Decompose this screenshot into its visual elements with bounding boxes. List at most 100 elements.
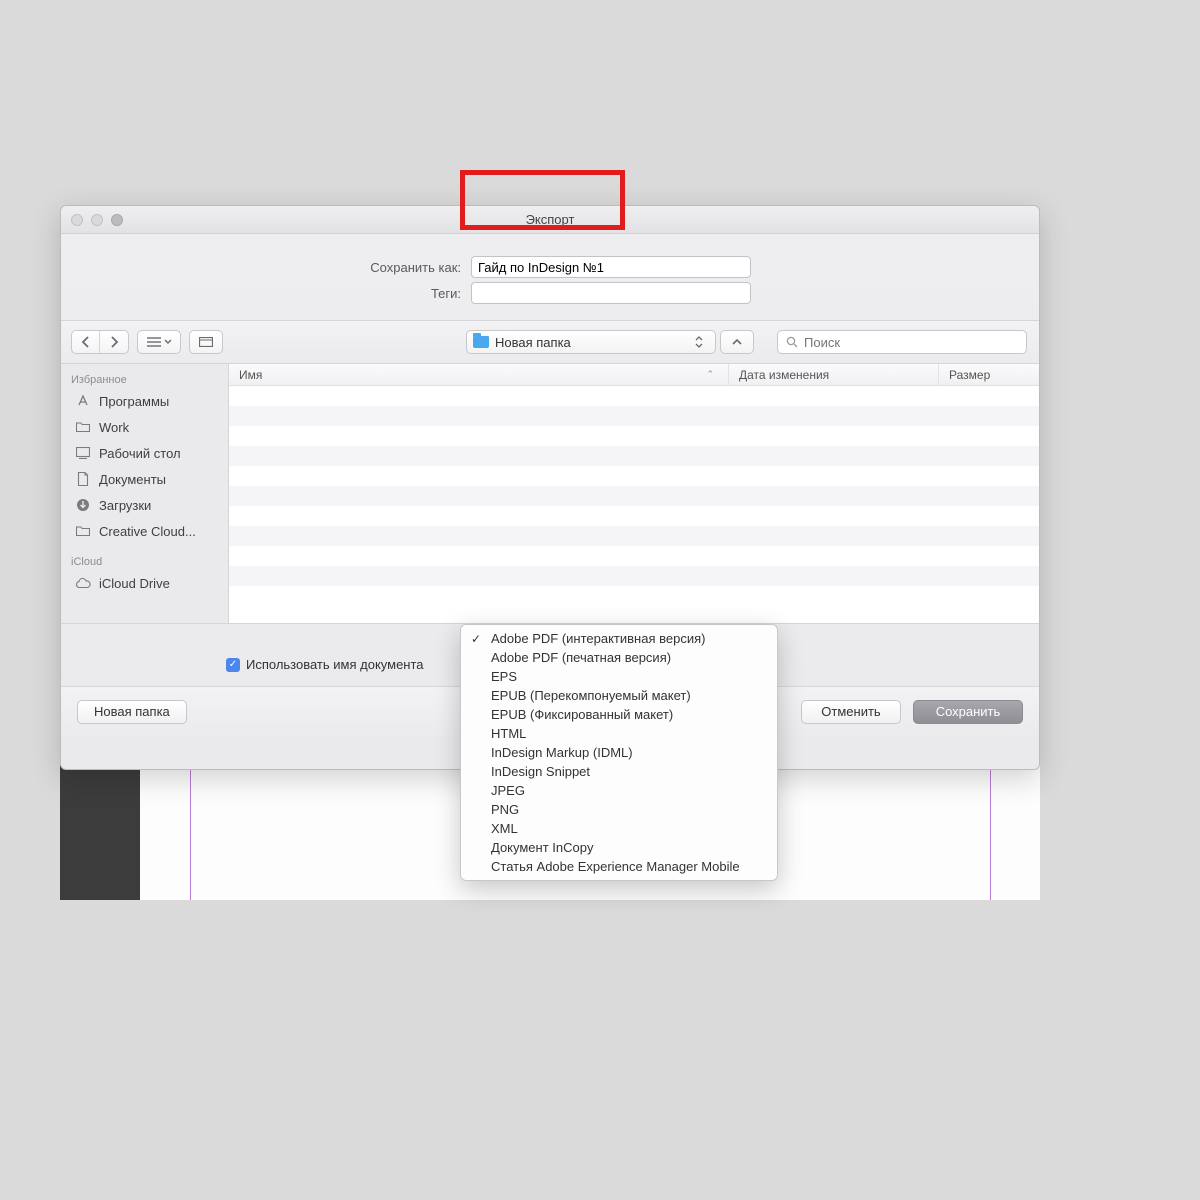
- format-option-label: EPS: [491, 669, 517, 684]
- format-option[interactable]: Adobe PDF (печатная версия): [461, 648, 777, 667]
- format-option[interactable]: EPUB (Фиксированный макет): [461, 705, 777, 724]
- file-browser: Избранное Программы Work Рабочий стол: [61, 364, 1039, 624]
- nav-buttons: [71, 330, 129, 354]
- search-icon: [786, 336, 798, 348]
- app-background-dark: [60, 765, 140, 900]
- folder-icon: [75, 419, 91, 435]
- table-row: [229, 546, 1039, 566]
- folder-name: Новая папка: [495, 335, 571, 350]
- table-row: [229, 506, 1039, 526]
- sidebar-item-documents[interactable]: Документы: [61, 466, 228, 492]
- sidebar-section-favorites: Избранное: [61, 370, 228, 388]
- format-option[interactable]: XML: [461, 819, 777, 838]
- format-option-label: XML: [491, 821, 518, 836]
- format-option[interactable]: Документ InCopy: [461, 838, 777, 857]
- save-as-label: Сохранить как:: [61, 260, 461, 275]
- desktop-icon: [75, 445, 91, 461]
- sidebar-item-label: Creative Cloud...: [99, 524, 196, 539]
- tags-input[interactable]: [471, 282, 751, 304]
- format-option[interactable]: EPUB (Перекомпонуемый макет): [461, 686, 777, 705]
- search-field[interactable]: [777, 330, 1027, 354]
- checkmark-icon: ✓: [471, 632, 481, 646]
- format-option-label: InDesign Snippet: [491, 764, 590, 779]
- sidebar-item-icloud-drive[interactable]: iCloud Drive: [61, 570, 228, 596]
- format-dropdown-menu[interactable]: ✓ Adobe PDF (интерактивная версия) Adobe P…: [460, 624, 778, 881]
- format-option[interactable]: EPS: [461, 667, 777, 686]
- sidebar: Избранное Программы Work Рабочий стол: [61, 364, 229, 623]
- stepper-icon: [695, 336, 709, 348]
- format-option-label: Adobe PDF (печатная версия): [491, 650, 671, 665]
- format-option[interactable]: JPEG: [461, 781, 777, 800]
- sidebar-item-label: Программы: [99, 394, 169, 409]
- use-doc-name-label: Использовать имя документа: [246, 657, 424, 672]
- format-option-label: Adobe PDF (интерактивная версия): [491, 631, 705, 646]
- format-option[interactable]: InDesign Snippet: [461, 762, 777, 781]
- sidebar-item-label: Загрузки: [99, 498, 151, 513]
- table-row: [229, 446, 1039, 466]
- table-row: [229, 386, 1039, 406]
- folder-icon: [75, 523, 91, 539]
- table-row: [229, 566, 1039, 586]
- sidebar-item-label: Work: [99, 420, 129, 435]
- format-option-label: PNG: [491, 802, 519, 817]
- column-date[interactable]: Дата изменения: [729, 364, 939, 385]
- sidebar-item-label: Рабочий стол: [99, 446, 181, 461]
- column-size[interactable]: Размер: [939, 364, 1039, 385]
- format-option-label: EPUB (Перекомпонуемый макет): [491, 688, 691, 703]
- sidebar-item-creative-cloud[interactable]: Creative Cloud...: [61, 518, 228, 544]
- back-button[interactable]: [72, 331, 100, 353]
- table-row: [229, 426, 1039, 446]
- applications-icon: [75, 393, 91, 409]
- sidebar-item-label: iCloud Drive: [99, 576, 170, 591]
- format-option-label: JPEG: [491, 783, 525, 798]
- list-body[interactable]: [229, 386, 1039, 623]
- sidebar-item-work[interactable]: Work: [61, 414, 228, 440]
- use-doc-name-checkbox[interactable]: ✓: [226, 658, 240, 672]
- browser-toolbar: Новая папка: [61, 320, 1039, 364]
- folder-icon: [473, 336, 489, 348]
- document-margin-guide: [990, 765, 991, 900]
- format-option-label: HTML: [491, 726, 526, 741]
- sidebar-section-icloud: iCloud: [61, 552, 228, 570]
- table-row: [229, 486, 1039, 506]
- table-row: [229, 406, 1039, 426]
- format-option-label: Статья Adobe Experience Manager Mobile: [491, 859, 740, 874]
- sidebar-item-downloads[interactable]: Загрузки: [61, 492, 228, 518]
- format-option[interactable]: InDesign Markup (IDML): [461, 743, 777, 762]
- format-option-label: EPUB (Фиксированный макет): [491, 707, 673, 722]
- format-option[interactable]: Статья Adobe Experience Manager Mobile: [461, 857, 777, 876]
- column-name[interactable]: Имя ⌃: [229, 364, 729, 385]
- downloads-icon: [75, 497, 91, 513]
- dialog-titlebar: Экспорт: [61, 206, 1039, 234]
- folder-dropdown[interactable]: Новая папка: [466, 330, 716, 354]
- format-option-label: Документ InCopy: [491, 840, 593, 855]
- table-row: [229, 466, 1039, 486]
- new-folder-button[interactable]: Новая папка: [77, 700, 187, 724]
- save-as-input[interactable]: [471, 256, 751, 278]
- format-option[interactable]: HTML: [461, 724, 777, 743]
- file-list: Имя ⌃ Дата изменения Размер: [229, 364, 1039, 623]
- tags-label: Теги:: [61, 286, 461, 301]
- sidebar-item-label: Документы: [99, 472, 166, 487]
- cloud-icon: [75, 575, 91, 591]
- sidebar-item-desktop[interactable]: Рабочий стол: [61, 440, 228, 466]
- sidebar-item-applications[interactable]: Программы: [61, 388, 228, 414]
- save-button[interactable]: Сохранить: [913, 700, 1023, 724]
- document-margin-guide: [190, 765, 191, 900]
- view-mode-button[interactable]: [137, 330, 181, 354]
- save-form: Сохранить как: Теги:: [61, 234, 1039, 320]
- format-option[interactable]: ✓ Adobe PDF (интерактивная версия): [461, 629, 777, 648]
- group-button[interactable]: [189, 330, 223, 354]
- format-option-label: InDesign Markup (IDML): [491, 745, 633, 760]
- table-row: [229, 586, 1039, 606]
- dialog-title: Экспорт: [61, 212, 1039, 227]
- sort-ascending-icon: ⌃: [706, 369, 714, 380]
- forward-button[interactable]: [100, 331, 128, 353]
- documents-icon: [75, 471, 91, 487]
- format-option[interactable]: PNG: [461, 800, 777, 819]
- table-row: [229, 526, 1039, 546]
- list-header: Имя ⌃ Дата изменения Размер: [229, 364, 1039, 386]
- collapse-browser-button[interactable]: [720, 330, 754, 354]
- cancel-button[interactable]: Отменить: [801, 700, 901, 724]
- search-input[interactable]: [804, 335, 1018, 350]
